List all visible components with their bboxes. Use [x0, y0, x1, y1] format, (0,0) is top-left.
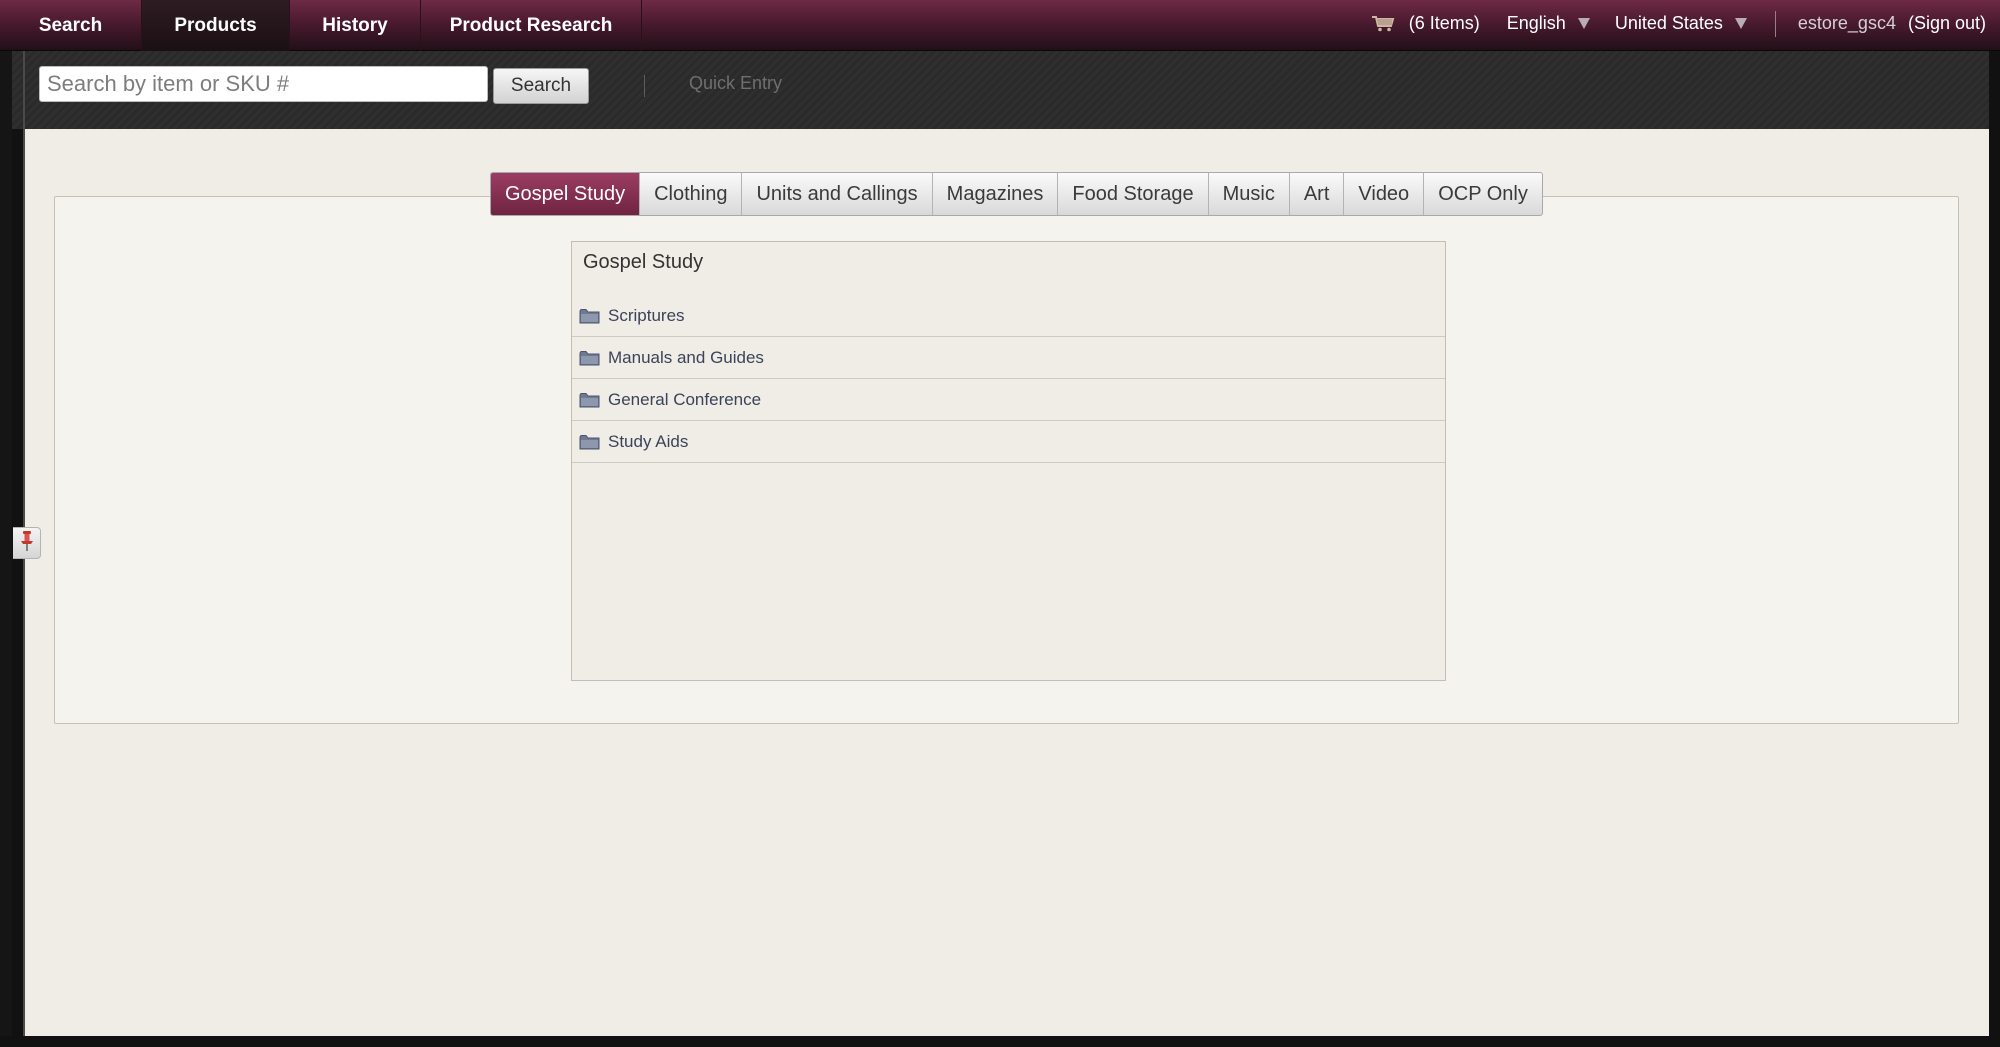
- main-nav-tabs: Search Products History Product Research: [0, 0, 642, 51]
- tab-gospel-study[interactable]: Gospel Study: [491, 173, 641, 215]
- subcategory-title: Gospel Study: [583, 251, 704, 273]
- tab-ocp-only[interactable]: OCP Only: [1424, 173, 1542, 215]
- language-label[interactable]: English: [1507, 13, 1566, 34]
- pushpin-icon[interactable]: [20, 530, 34, 557]
- subcategory-item-label[interactable]: Study Aids: [608, 432, 688, 452]
- subcategory-item-general-conference[interactable]: General Conference: [572, 379, 1445, 421]
- subcategory-item-study-aids[interactable]: Study Aids: [572, 421, 1445, 463]
- subcategory-panel: Gospel Study Scriptures Manuals and Guid…: [571, 241, 1446, 681]
- subcategory-item-scriptures[interactable]: Scriptures: [572, 295, 1445, 337]
- tab-food-storage[interactable]: Food Storage: [1058, 173, 1209, 215]
- language-dropdown[interactable]: English: [1507, 13, 1590, 34]
- quick-entry-divider: [644, 75, 645, 97]
- search-button[interactable]: Search: [493, 68, 589, 104]
- chevron-down-icon[interactable]: [1734, 18, 1747, 29]
- quick-entry-link[interactable]: Quick Entry: [689, 73, 782, 94]
- tab-clothing[interactable]: Clothing: [640, 173, 743, 215]
- tab-video[interactable]: Video: [1344, 173, 1425, 215]
- subcategory-item-label[interactable]: Manuals and Guides: [608, 348, 764, 368]
- folder-icon: [579, 434, 600, 450]
- nav-tab-products[interactable]: Products: [142, 0, 290, 51]
- sign-out-link[interactable]: (Sign out): [1908, 13, 1986, 34]
- tab-units-and-callings[interactable]: Units and Callings: [742, 173, 933, 215]
- cart-count[interactable]: (6 Items): [1409, 13, 1480, 34]
- left-window-rail: [0, 51, 12, 1047]
- tab-magazines[interactable]: Magazines: [933, 173, 1059, 215]
- pin-panel-button[interactable]: [13, 527, 41, 559]
- search-input[interactable]: [39, 66, 488, 102]
- right-window-rail: [1989, 51, 2000, 1047]
- subcategory-list: Scriptures Manuals and Guides General Co…: [572, 295, 1445, 463]
- subcategory-item-manuals-and-guides[interactable]: Manuals and Guides: [572, 337, 1445, 379]
- username-label: estore_gsc4: [1797, 13, 1896, 33]
- top-navigation-bar: Search Products History Product Research…: [0, 0, 2000, 51]
- nav-tab-search[interactable]: Search: [0, 0, 142, 51]
- search-bar: Search Quick Entry: [12, 51, 1989, 129]
- tab-art[interactable]: Art: [1290, 173, 1345, 215]
- subcategory-item-label[interactable]: Scriptures: [608, 306, 685, 326]
- country-dropdown[interactable]: United States: [1615, 13, 1747, 34]
- cart-link[interactable]: (6 Items): [1371, 13, 1480, 34]
- category-tabs: Gospel Study Clothing Units and Callings…: [490, 172, 1543, 216]
- nav-tab-product-research[interactable]: Product Research: [421, 0, 642, 51]
- subcategory-item-label[interactable]: General Conference: [608, 390, 761, 410]
- folder-icon: [579, 392, 600, 408]
- country-label[interactable]: United States: [1615, 13, 1723, 34]
- bottom-window-rail: [0, 1036, 2000, 1047]
- tab-music[interactable]: Music: [1209, 173, 1290, 215]
- folder-icon: [579, 308, 600, 324]
- nav-divider: [1774, 10, 1776, 37]
- chevron-down-icon[interactable]: [1577, 18, 1590, 29]
- main-content: Gospel Study Clothing Units and Callings…: [25, 129, 1989, 1036]
- shopping-cart-icon[interactable]: [1371, 15, 1395, 32]
- nav-tab-history[interactable]: History: [290, 0, 421, 51]
- folder-icon: [579, 350, 600, 366]
- nav-utilities: (6 Items) English United States estore_g…: [1371, 0, 1986, 47]
